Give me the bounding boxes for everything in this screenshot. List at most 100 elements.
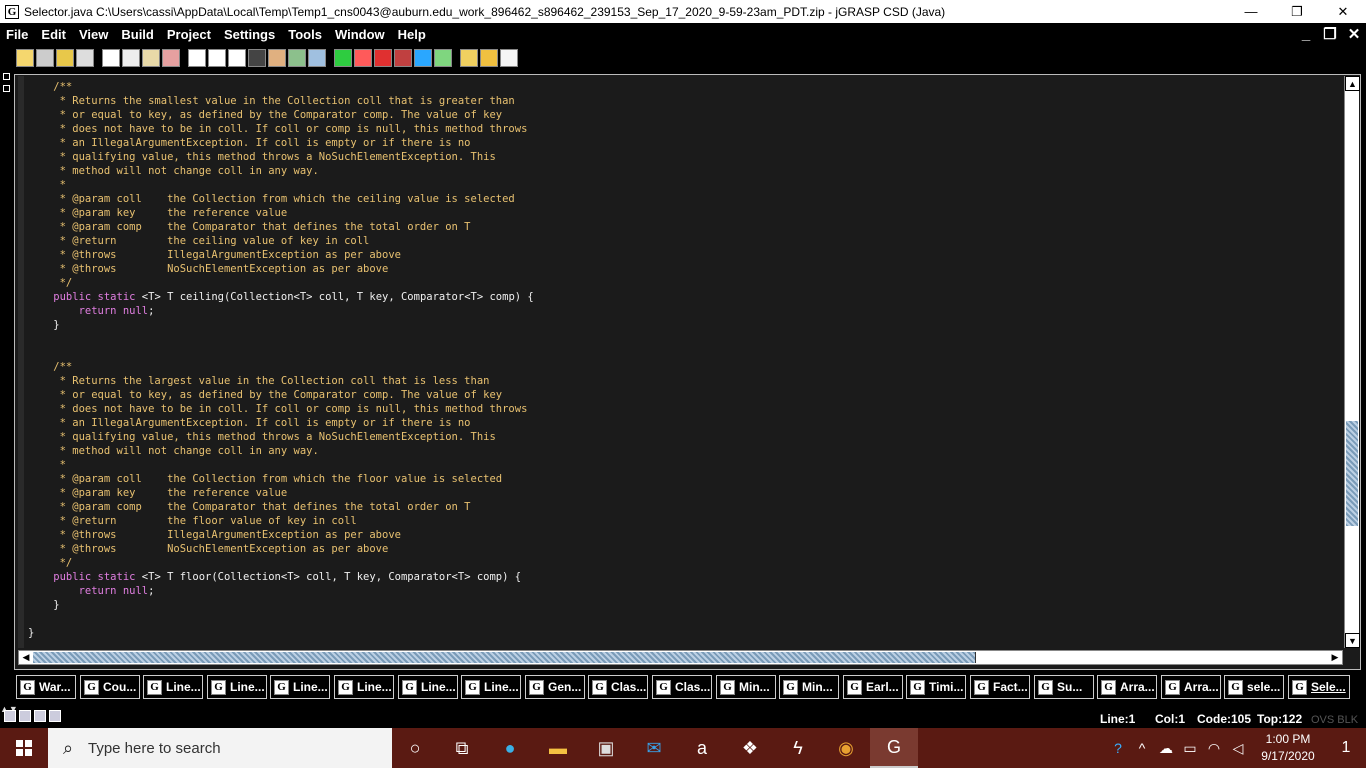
menu-project[interactable]: Project (161, 27, 218, 42)
code-line[interactable]: */ (28, 276, 534, 290)
help-icon[interactable]: ? (1106, 740, 1130, 756)
close-button[interactable]: ✕ (1320, 0, 1366, 23)
window-tab[interactable]: G Line... (143, 675, 203, 699)
source-code[interactable]: /** * Returns the smallest value in the … (28, 80, 534, 640)
window-tab[interactable]: G Line... (270, 675, 330, 699)
window-tab[interactable]: G Min... (779, 675, 839, 699)
code-line[interactable]: * @throws NoSuchElementException as per … (28, 542, 534, 556)
layout-icon[interactable] (49, 710, 61, 722)
print-icon[interactable] (76, 49, 94, 67)
scroll-right-icon[interactable]: ▶ (1328, 651, 1342, 664)
code-line[interactable]: * @throws IllegalArgumentException as pe… (28, 248, 534, 262)
chevron-up-icon[interactable]: ^ (1130, 740, 1154, 756)
code-line[interactable]: /** (28, 80, 534, 94)
chrome-icon[interactable]: ◉ (822, 728, 870, 768)
code-line[interactable]: public static <T> T ceiling(Collection<T… (28, 290, 533, 304)
uml-icon[interactable] (288, 49, 306, 67)
window-tab[interactable]: G Min... (716, 675, 776, 699)
code-line[interactable]: * or equal to key, as defined by the Com… (28, 388, 534, 402)
window-tab[interactable]: G Sele... (1288, 675, 1350, 699)
notification-center-icon[interactable]: 1 (1326, 739, 1366, 757)
code-line[interactable]: * does not have to be in coll. If coll o… (28, 122, 534, 136)
viewer-icon[interactable] (434, 49, 452, 67)
junit-icon[interactable] (460, 49, 478, 67)
code-editor[interactable]: /** * Returns the smallest value in the … (18, 76, 1341, 648)
breakpoint-icon[interactable] (248, 49, 266, 67)
browse-pane-toggle[interactable] (0, 71, 14, 669)
code-line[interactable]: } (28, 598, 534, 612)
documentation-icon[interactable] (308, 49, 326, 67)
code-line[interactable] (28, 346, 534, 360)
volume-icon[interactable]: ◁ (1226, 740, 1250, 757)
edge-browser-icon[interactable]: ● (486, 728, 534, 768)
layout-icon[interactable] (34, 710, 46, 722)
code-line[interactable]: * @param comp the Comparator that define… (28, 220, 534, 234)
window-tab[interactable]: G Earl... (843, 675, 903, 699)
minimize-button[interactable]: — (1228, 0, 1274, 23)
window-tab[interactable]: G Fact... (970, 675, 1030, 699)
code-line[interactable]: * @throws IllegalArgumentException as pe… (28, 528, 534, 542)
code-line[interactable]: * qualifying value, this method throws a… (28, 430, 534, 444)
code-line[interactable]: * Returns the smallest value in the Coll… (28, 94, 534, 108)
horizontal-scrollbar[interactable]: ◀ ▶ (18, 650, 1343, 665)
jgrasp-taskbar-icon[interactable]: G (870, 728, 918, 768)
dropbox-icon[interactable]: ❖ (726, 728, 774, 768)
code-line[interactable]: * @return the floor value of key in coll (28, 514, 534, 528)
scroll-left-icon[interactable]: ◀ (19, 651, 33, 664)
window-tab[interactable]: G Clas... (652, 675, 712, 699)
code-line[interactable]: * method will not change coll in any way… (28, 444, 534, 458)
code-line[interactable]: * @param key the reference value (28, 206, 534, 220)
code-line[interactable]: return null; (28, 584, 534, 598)
paste-icon[interactable] (142, 49, 160, 67)
menu-help[interactable]: Help (392, 27, 433, 42)
window-tab[interactable]: G Arra... (1097, 675, 1157, 699)
code-line[interactable]: * @param coll the Collection from which … (28, 192, 534, 206)
notes-icon[interactable] (500, 49, 518, 67)
mdi-restore-button[interactable]: ❐ (1318, 25, 1342, 43)
window-tab[interactable]: G War... (16, 675, 76, 699)
code-line[interactable]: * Returns the largest value in the Colle… (28, 374, 534, 388)
window-tab[interactable]: G Gen... (525, 675, 585, 699)
open-file-icon[interactable] (16, 49, 34, 67)
onedrive-icon[interactable]: ☁ (1154, 740, 1178, 757)
code-line[interactable]: } (28, 318, 534, 332)
mdi-close-button[interactable]: ✕ (1342, 25, 1366, 43)
menu-settings[interactable]: Settings (218, 27, 282, 42)
copy-icon[interactable] (122, 49, 140, 67)
battery-icon[interactable]: ▭ (1178, 740, 1202, 757)
mdi-minimize-button[interactable]: _ (1294, 26, 1318, 43)
checkstyle-icon[interactable] (480, 49, 498, 67)
start-button[interactable] (0, 728, 48, 768)
taskbar-search-box[interactable]: ⌕ Type here to search (48, 728, 392, 768)
vertical-scroll-thumb[interactable] (1346, 421, 1358, 526)
menu-view[interactable]: View (73, 27, 115, 42)
window-tab[interactable]: G Cou... (80, 675, 140, 699)
browse-icon[interactable] (56, 49, 74, 67)
horizontal-scroll-thumb[interactable] (33, 652, 976, 663)
code-line[interactable]: * @param coll the Collection from which … (28, 472, 534, 486)
menu-tools[interactable]: Tools (282, 27, 329, 42)
menu-build[interactable]: Build (115, 27, 161, 42)
code-line[interactable]: * (28, 178, 534, 192)
code-line[interactable]: * @throws NoSuchElementException as per … (28, 262, 534, 276)
window-tab[interactable]: G Line... (334, 675, 394, 699)
generate-csd-icon[interactable] (188, 49, 206, 67)
scroll-up-icon[interactable]: ▲ (1345, 76, 1360, 91)
code-line[interactable]: return null; (28, 304, 534, 318)
lightning-app-icon[interactable]: ϟ (774, 728, 822, 768)
code-line[interactable]: * qualifying value, this method throws a… (28, 150, 534, 164)
scroll-down-icon[interactable]: ▼ (1345, 633, 1360, 648)
run-applet-icon[interactable] (394, 49, 412, 67)
run-icon[interactable] (354, 49, 372, 67)
wifi-icon[interactable]: ◠ (1202, 740, 1226, 757)
menu-edit[interactable]: Edit (35, 27, 73, 42)
cortana-icon[interactable]: ○ (392, 728, 438, 768)
window-tab[interactable]: G Line... (207, 675, 267, 699)
amazon-icon[interactable]: a (678, 728, 726, 768)
code-line[interactable]: * @return the ceiling value of key in co… (28, 234, 534, 248)
compile-icon[interactable] (334, 49, 352, 67)
code-line[interactable]: /** (28, 360, 534, 374)
code-line[interactable]: * an IllegalArgumentException. If coll i… (28, 416, 534, 430)
restore-button[interactable]: ❐ (1274, 0, 1320, 23)
file-explorer-icon[interactable]: ▬ (534, 728, 582, 768)
